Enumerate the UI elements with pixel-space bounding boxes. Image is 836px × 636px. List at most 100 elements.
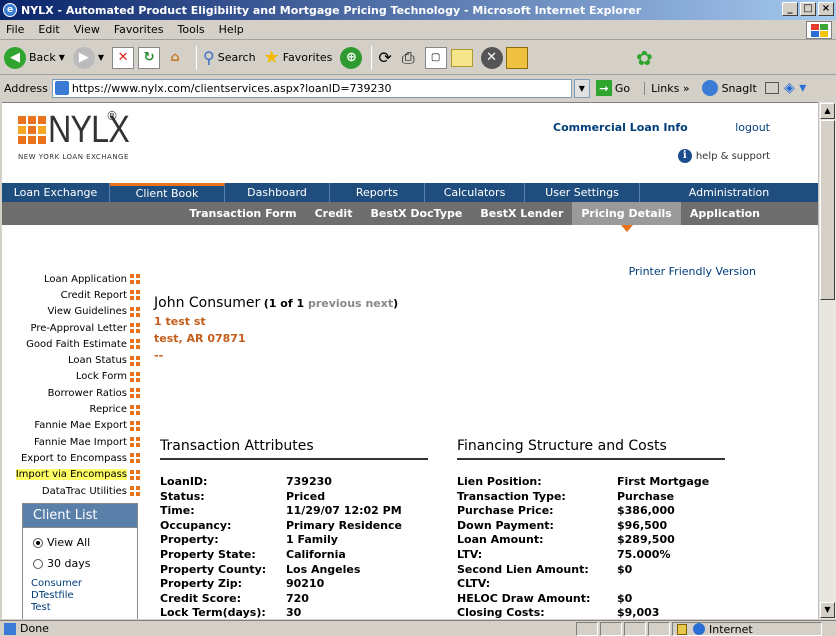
printer-friendly-link[interactable]: Printer Friendly Version xyxy=(629,265,756,278)
next-link[interactable]: next xyxy=(365,297,393,310)
address-bar: Address https://www.nylx.com/clientservi… xyxy=(0,76,836,100)
side-item-import-via-encompass[interactable]: Import via Encompass xyxy=(2,467,140,483)
side-item-loan-application[interactable]: Loan Application xyxy=(2,271,140,287)
nav-user-settings[interactable]: User Settings xyxy=(525,183,640,202)
forward-button[interactable]: ▶ ▼ xyxy=(72,46,105,69)
close-button[interactable]: × xyxy=(818,2,834,16)
minimize-button[interactable]: _ xyxy=(782,2,798,16)
consumer-dashes: -- xyxy=(154,349,164,362)
consumer-header: John Consumer (1 of 1 previous next) 1 t… xyxy=(154,295,398,364)
snagit-capture-icon[interactable] xyxy=(764,82,779,94)
research-icon[interactable] xyxy=(505,46,528,69)
side-item-borrower-ratios[interactable]: Borrower Ratios xyxy=(2,385,140,401)
menu-edit[interactable]: Edit xyxy=(38,23,59,36)
subnav-credit[interactable]: Credit xyxy=(306,202,362,225)
print-icon[interactable]: ⎙ xyxy=(402,48,415,68)
client-list-title: Client List xyxy=(23,504,137,528)
media-icon[interactable]: ⊕ xyxy=(340,46,363,69)
menu-tools[interactable]: Tools xyxy=(178,23,205,36)
forward-dropdown-icon: ▼ xyxy=(97,53,105,62)
bullet-icon xyxy=(130,274,140,285)
clover-icon[interactable]: ✿ xyxy=(636,46,653,70)
scroll-thumb[interactable] xyxy=(820,120,835,300)
client-item-test[interactable]: Test xyxy=(23,602,137,614)
go-arrow-icon: → xyxy=(595,80,612,96)
nav-calculators[interactable]: Calculators xyxy=(425,183,525,202)
client-item-dtestfile[interactable]: DTestfile xyxy=(23,590,137,602)
subnav-transaction-form[interactable]: Transaction Form xyxy=(180,202,305,225)
status-text: Done xyxy=(20,622,49,635)
client-item-consumer[interactable]: Consumer xyxy=(23,578,137,590)
commercial-loan-info-link[interactable]: Commercial Loan Info xyxy=(553,121,688,134)
menu-view[interactable]: View xyxy=(74,23,100,36)
nav-reports[interactable]: Reports xyxy=(330,183,425,202)
scroll-up-icon[interactable]: ▲ xyxy=(820,103,835,119)
refresh-icon[interactable]: ↻ xyxy=(138,46,161,69)
snagit-icon xyxy=(701,80,718,96)
subnav-bestx-lender[interactable]: BestX Lender xyxy=(471,202,572,225)
bullet-icon xyxy=(130,388,140,399)
side-item-datatrac-utilities[interactable]: DataTrac Utilities xyxy=(2,483,140,499)
scroll-down-icon[interactable]: ▼ xyxy=(820,602,835,618)
side-item-view-guidelines[interactable]: View Guidelines xyxy=(2,304,140,320)
window-title: NYLX - Automated Product Eligibility and… xyxy=(21,3,642,17)
subnav-pricing-details[interactable]: Pricing Details xyxy=(572,202,681,232)
messenger-icon[interactable]: ✕ xyxy=(480,46,503,69)
side-item-credit-report[interactable]: Credit Report xyxy=(2,287,140,303)
nav-dashboard[interactable]: Dashboard xyxy=(225,183,330,202)
side-menu: Loan Application Credit Report View Guid… xyxy=(2,271,140,499)
search-button[interactable]: ⚲ Search xyxy=(203,48,256,67)
subnav-bestx-doctype[interactable]: BestX DocType xyxy=(361,202,471,225)
back-button[interactable]: ◀ Back ▼ xyxy=(4,46,65,69)
windows-logo-icon xyxy=(806,21,832,39)
view-all-radio[interactable]: View All xyxy=(23,536,137,549)
side-item-lock-form[interactable]: Lock Form xyxy=(2,369,140,385)
stop-icon[interactable]: ✕ xyxy=(112,46,135,69)
menu-help[interactable]: Help xyxy=(219,23,244,36)
snagit-button[interactable]: SnagIt xyxy=(701,80,779,96)
address-dropdown-icon[interactable]: ▼ xyxy=(573,78,590,98)
bullet-icon xyxy=(130,371,140,382)
folder-icon[interactable] xyxy=(450,48,473,67)
bullet-icon xyxy=(130,404,140,415)
side-item-reprice[interactable]: Reprice xyxy=(2,401,140,417)
30-days-radio[interactable]: 30 days xyxy=(23,557,137,570)
financing-structure-title: Financing Structure and Costs xyxy=(457,438,725,460)
help-support-link[interactable]: i help & support xyxy=(677,149,770,163)
bullet-icon xyxy=(130,420,140,431)
vertical-scrollbar[interactable]: ▲ ▼ xyxy=(818,102,836,619)
menu-bar: File Edit View Favorites Tools Help xyxy=(0,20,836,40)
nylx-logo[interactable]: NYLX ® NEW YORK LOAN EXCHANGE xyxy=(18,109,143,161)
home-icon[interactable]: ⌂ xyxy=(164,47,186,69)
address-input[interactable]: https://www.nylx.com/clientservices.aspx… xyxy=(51,78,572,98)
side-item-fannie-mae-import[interactable]: Fannie Mae Import xyxy=(2,434,140,450)
nav-loan-exchange[interactable]: Loan Exchange xyxy=(2,183,110,202)
bullet-icon xyxy=(130,469,140,480)
history-icon[interactable]: ⟳ xyxy=(378,48,391,67)
previous-link[interactable]: previous xyxy=(308,297,362,310)
transaction-attributes-title: Transaction Attributes xyxy=(160,438,428,460)
address-label: Address xyxy=(4,81,48,95)
extension-icon[interactable]: ◈ ▾ xyxy=(784,80,806,96)
edit-icon[interactable]: ▢ xyxy=(424,46,447,69)
bullet-icon xyxy=(130,355,140,366)
bullet-icon xyxy=(130,306,140,317)
nav-administration[interactable]: Administration xyxy=(640,183,818,202)
side-item-export-to-encompass[interactable]: Export to Encompass xyxy=(2,450,140,466)
info-icon: i xyxy=(677,149,692,163)
bullet-icon xyxy=(130,486,140,496)
side-item-pre-approval-letter[interactable]: Pre-Approval Letter xyxy=(2,320,140,336)
subnav-application[interactable]: Application xyxy=(681,202,818,225)
side-item-fannie-mae-export[interactable]: Fannie Mae Export xyxy=(2,418,140,434)
menu-favorites[interactable]: Favorites xyxy=(114,23,164,36)
favorites-button[interactable]: ★ Favorites xyxy=(264,47,333,68)
side-item-loan-status[interactable]: Loan Status xyxy=(2,352,140,368)
logout-link[interactable]: logout xyxy=(735,121,770,134)
globe-icon xyxy=(693,623,705,635)
links-button[interactable]: Links » xyxy=(644,81,690,95)
nav-client-book[interactable]: Client Book xyxy=(110,183,225,202)
go-button[interactable]: → Go xyxy=(595,80,630,96)
side-item-good-faith-estimate[interactable]: Good Faith Estimate xyxy=(2,336,140,352)
maximize-button[interactable]: □ xyxy=(800,2,816,16)
menu-file[interactable]: File xyxy=(6,23,24,36)
